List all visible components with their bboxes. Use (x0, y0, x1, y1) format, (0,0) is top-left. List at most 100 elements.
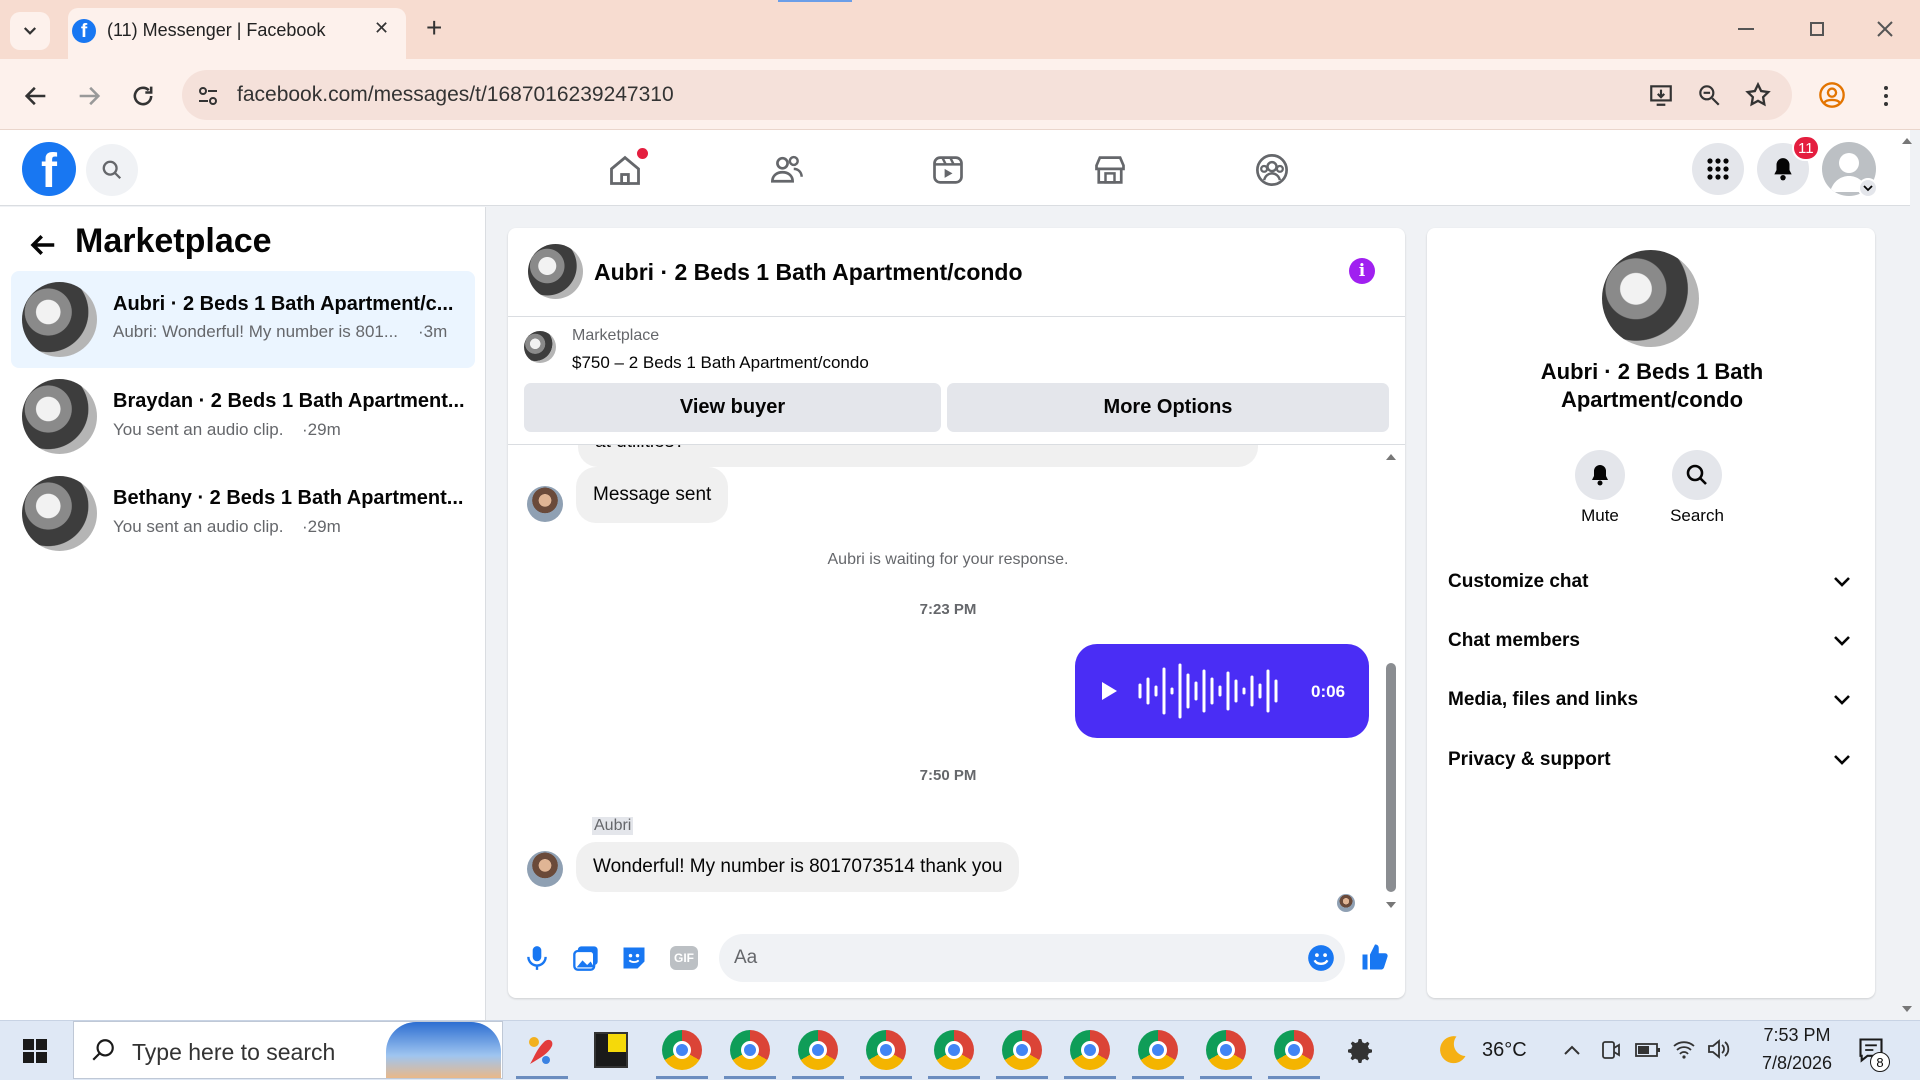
taskbar-active-indicator (724, 1076, 776, 1079)
settings-gear-icon[interactable] (1344, 1035, 1376, 1067)
reload-icon[interactable] (129, 82, 157, 110)
listing-title[interactable]: $750 – 2 Beds 1 Bath Apartment/condo (572, 353, 869, 373)
restore-icon[interactable] (1810, 22, 1824, 36)
groups-icon[interactable] (1253, 152, 1291, 188)
marketplace-icon[interactable] (1091, 152, 1129, 188)
home-notification-dot (637, 148, 648, 159)
chrome-window-icon[interactable] (866, 1030, 906, 1070)
seen-receipt-avatar (1337, 894, 1355, 912)
taskbar-active-indicator (928, 1076, 980, 1079)
thumbs-up-icon[interactable] (1360, 942, 1390, 972)
photo-icon[interactable] (572, 944, 600, 972)
page-scroll-down-icon[interactable] (1900, 1004, 1914, 1014)
chat-scroll-down-icon[interactable] (1384, 900, 1398, 910)
chrome-window-icon[interactable] (1138, 1030, 1178, 1070)
search-highlight-image (386, 1022, 501, 1078)
search-icon (102, 160, 122, 180)
emoji-icon[interactable] (1307, 944, 1335, 972)
facebook-logo-icon[interactable]: f (22, 142, 76, 196)
info-icon[interactable]: i (1349, 258, 1375, 284)
chat-listing-avatar[interactable] (528, 244, 583, 299)
chrome-window-icon[interactable] (1206, 1030, 1246, 1070)
conversation-time: ·29m (302, 517, 341, 536)
gif-icon[interactable]: GIF (670, 946, 698, 970)
section-label: Privacy & support (1448, 749, 1611, 770)
account-chevron-icon[interactable] (1858, 178, 1878, 198)
view-buyer-button[interactable]: View buyer (524, 383, 941, 432)
play-icon[interactable] (1098, 679, 1120, 703)
page-scroll-up-icon[interactable] (1900, 136, 1914, 146)
weather-temperature[interactable]: 36°C (1482, 1039, 1527, 1062)
chat-scroll-up-icon[interactable] (1384, 452, 1398, 462)
window-close-icon[interactable] (1876, 20, 1894, 38)
install-app-icon[interactable] (1648, 82, 1674, 108)
listing-source: Marketplace (572, 327, 660, 344)
watch-icon[interactable] (929, 152, 967, 188)
bell-icon (1774, 158, 1792, 181)
profile-icon[interactable] (1818, 81, 1846, 109)
more-options-button[interactable]: More Options (947, 383, 1389, 432)
tab-progress-indicator (778, 0, 852, 2)
url-text[interactable]: facebook.com/messages/t/1687016239247310 (237, 83, 674, 107)
chat-title[interactable]: Aubri · 2 Beds 1 Bath Apartment/condo (594, 259, 1023, 286)
conversation-name: Aubri · 2 Beds 1 Bath Apartment/c... (113, 293, 454, 315)
fb-search-button[interactable] (86, 144, 138, 196)
chrome-window-icon[interactable] (934, 1030, 974, 1070)
section-label: Chat members (1448, 630, 1580, 651)
sticker-icon[interactable] (620, 944, 648, 972)
back-arrow-icon[interactable] (22, 82, 50, 110)
message-bubble-partial: at utilities? (578, 445, 1258, 467)
message-input[interactable] (719, 934, 1345, 982)
friends-icon[interactable] (768, 152, 806, 188)
wifi-icon[interactable] (1672, 1038, 1696, 1060)
paint-tool-icon (529, 1037, 553, 1064)
message-bubble: Wonderful! My number is 8017073514 thank… (576, 842, 1020, 892)
moon-weather-icon[interactable] (1434, 1032, 1470, 1068)
section-label: Customize chat (1448, 571, 1589, 592)
taskbar-clock-date[interactable]: 7/8/2026 (1747, 1053, 1847, 1074)
new-tab-icon[interactable]: + (426, 12, 442, 44)
chrome-window-icon[interactable] (798, 1030, 838, 1070)
header-divider (508, 316, 1405, 317)
forward-arrow-icon[interactable] (75, 82, 103, 110)
message-list: at utilities? Message sent Aubri is wait… (508, 445, 1388, 915)
taskbar-active-indicator (656, 1076, 708, 1079)
info-listing-avatar (1602, 250, 1699, 347)
sticky-notes-icon[interactable] (594, 1032, 628, 1068)
windows-start-icon[interactable] (22, 1038, 48, 1064)
taskbar-clock-time[interactable]: 7:53 PM (1752, 1025, 1842, 1046)
listing-thumbnail (22, 282, 97, 357)
menu-grid-button[interactable] (1692, 143, 1744, 195)
section-label: Media, files and links (1448, 689, 1639, 710)
bookmark-star-icon[interactable] (1744, 81, 1772, 109)
search-conversation-button[interactable] (1672, 450, 1722, 500)
site-settings-icon[interactable] (196, 84, 220, 108)
tab-search-button[interactable] (10, 12, 50, 50)
zoom-icon[interactable] (1696, 82, 1722, 108)
conversation-name: Bethany · 2 Beds 1 Bath Apartment... (113, 487, 464, 509)
chrome-window-icon[interactable] (662, 1030, 702, 1070)
chrome-window-icon[interactable] (1274, 1030, 1314, 1070)
volume-icon[interactable] (1706, 1038, 1730, 1060)
taskbar-active-indicator (1268, 1076, 1320, 1079)
battery-icon[interactable] (1635, 1040, 1661, 1060)
tab-close-icon[interactable]: ✕ (374, 18, 389, 39)
taskbar-app-icon[interactable] (524, 1030, 560, 1070)
message-text: at utilities? (595, 445, 685, 453)
chrome-window-icon[interactable] (1070, 1030, 1110, 1070)
taskbar-active-indicator (860, 1076, 912, 1079)
mute-button[interactable] (1575, 450, 1625, 500)
meet-now-icon[interactable] (1599, 1039, 1621, 1061)
chat-scrollbar-thumb[interactable] (1386, 663, 1396, 892)
back-arrow-icon[interactable] (28, 230, 58, 260)
facebook-favicon-icon: f (72, 19, 96, 43)
microphone-icon[interactable] (524, 944, 550, 972)
browser-menu-icon[interactable] (1874, 82, 1898, 110)
bell-icon (1592, 465, 1608, 486)
minimize-icon[interactable] (1738, 28, 1754, 30)
chrome-window-icon[interactable] (730, 1030, 770, 1070)
chrome-window-icon[interactable] (1002, 1030, 1042, 1070)
sender-avatar (527, 851, 563, 887)
chevron-up-icon[interactable] (1562, 1042, 1582, 1058)
grid-menu-icon (1707, 158, 1729, 180)
